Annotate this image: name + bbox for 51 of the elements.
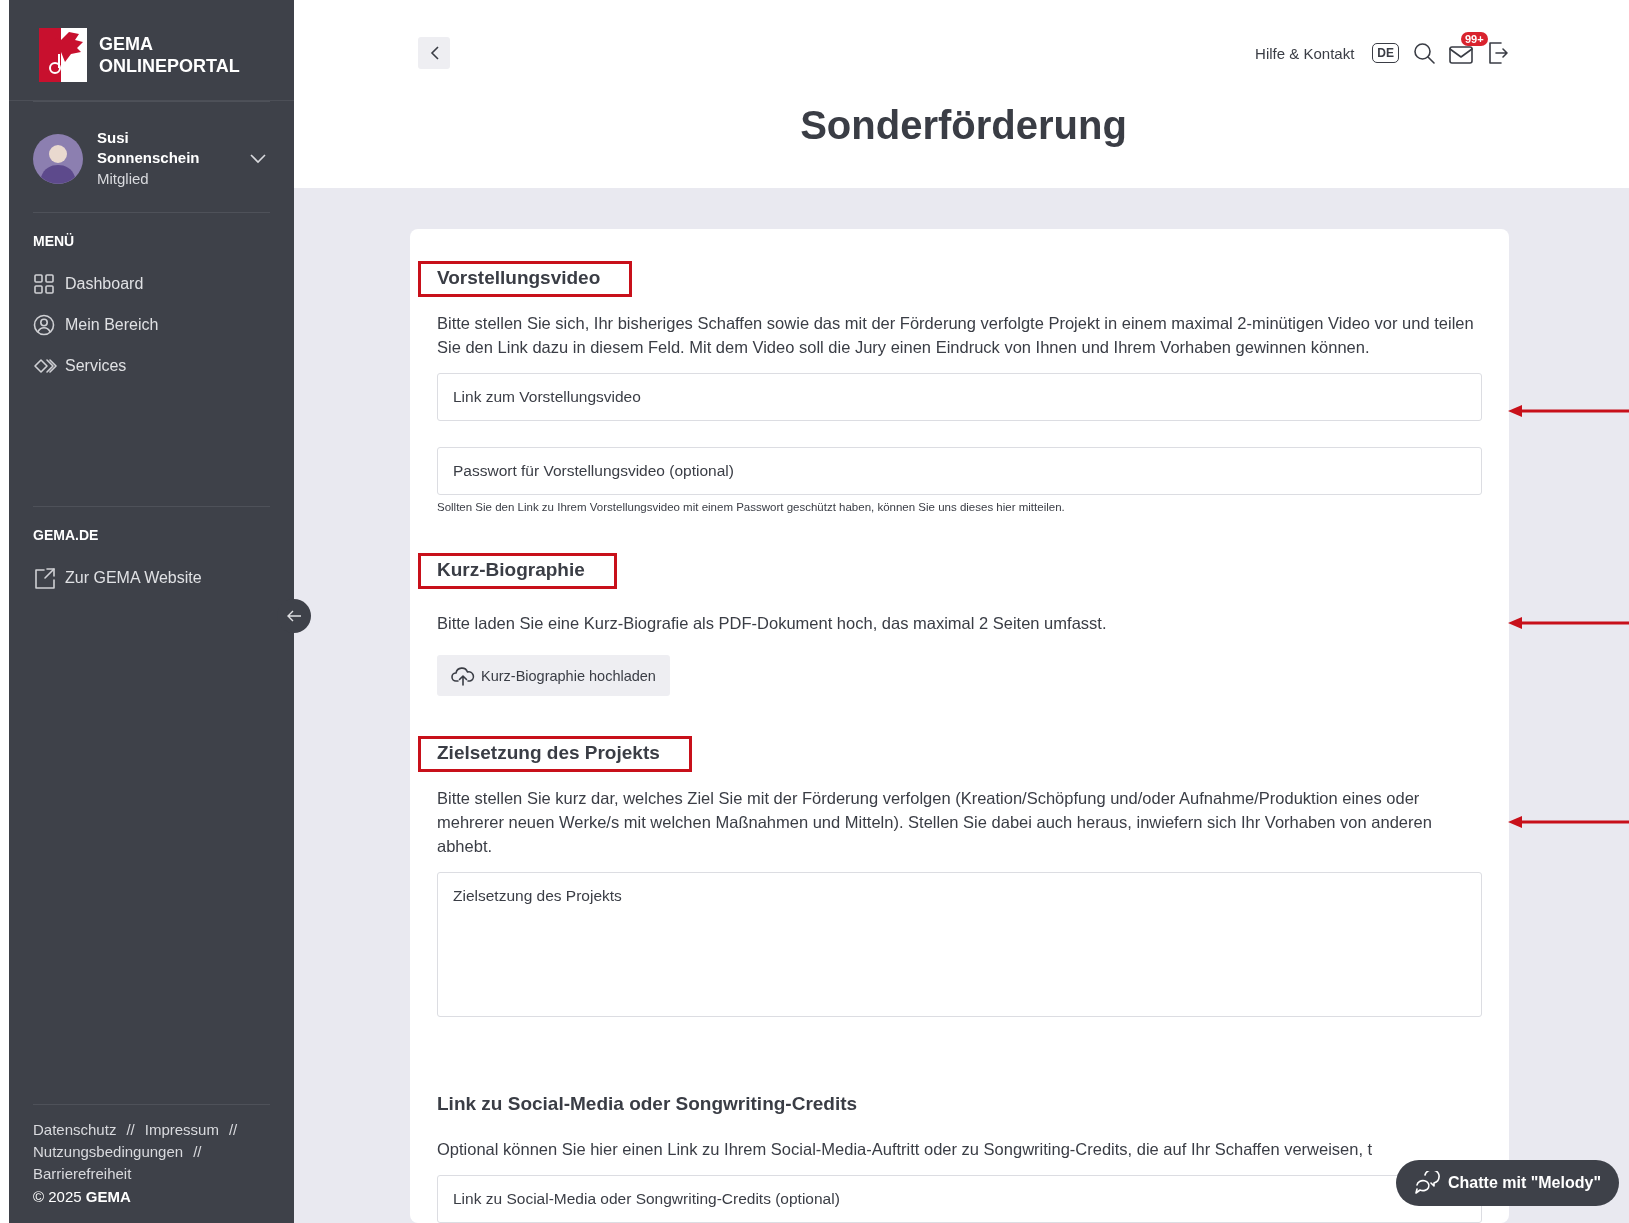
portal-title: GEMA ONLINEPORTAL bbox=[99, 33, 240, 77]
section-heading: Zielsetzung des Projekts bbox=[437, 741, 660, 765]
nav-item[interactable]: Services bbox=[33, 345, 127, 386]
help-link[interactable]: Hilfe & Kontakt bbox=[1255, 44, 1355, 62]
external-link-icon bbox=[33, 566, 57, 589]
back-button[interactable] bbox=[418, 37, 450, 69]
field-hint: Sollten Sie den Link zu Ihrem Vorstellungsvideo mit einem Passwort geschützt haben, können Sie uns dieses hier mitteilen. bbox=[437, 501, 1066, 513]
input-field[interactable]: Passwort für Vorstellungsvideo (optional) bbox=[437, 447, 1482, 495]
user-circle-icon bbox=[33, 313, 57, 336]
section-description: Bitte laden Sie eine Kurz-Biografie als PDF-Dokument hoch, das maximal 2 Seiten umfasst. bbox=[437, 611, 1482, 635]
separator: // bbox=[193, 1142, 202, 1162]
nav-item[interactable]: Mein Bereich bbox=[33, 304, 159, 345]
footer-link[interactable]: Impressum bbox=[144, 1119, 219, 1141]
notification-count: 99+ bbox=[1461, 32, 1488, 46]
section-description: Optional können Sie hier einen Link zu Ihrem Social-Media-Auftritt oder zu Songwriting-Credits, die auf Ihr Schaffen verweisen, t bbox=[437, 1139, 1374, 1160]
chevron-down-icon bbox=[250, 153, 266, 164]
section-description: Bitte stellen Sie kurz dar, welches Ziel Sie mit der Förderung verfolgen (Kreation/Schöpfung und/oder Aufnahme/Produktion eines oder mehrerer neuen Werke/s mit welchen Maßnahmen und Mitteln). Stellen Sie dabei auch heraus, inwiefern sich Ihr Vorhaben von anderen abhebt. bbox=[437, 786, 1482, 858]
section-heading: Vorstellungsvideo bbox=[437, 266, 601, 290]
input-field[interactable]: Link zum Vorstellungsvideo bbox=[437, 373, 1482, 421]
section-description: Bitte stellen Sie sich, Ihr bisheriges Schaffen sowie das mit der Förderung verfolgte Projekt in einem maximal 2-minütigen Video vor und teilen Sie den Link dazu in diesem Feld. Mit dem Video soll die Jury einen Eindruck von Ihnen und Ihrem Vorhaben gewinnen können. bbox=[437, 313, 1475, 358]
separator: // bbox=[126, 1120, 135, 1140]
footer-link[interactable]: Barrierefreiheit bbox=[33, 1163, 132, 1185]
chevron-left-icon bbox=[429, 46, 439, 60]
section-heading: Kurz-Biographie bbox=[437, 558, 585, 582]
arrow-left-icon bbox=[286, 610, 302, 622]
separator: // bbox=[228, 1120, 238, 1140]
user-role: Mitglied bbox=[97, 169, 150, 189]
grid-icon bbox=[33, 272, 57, 295]
menu-heading: MENÜ bbox=[33, 233, 76, 249]
text-area[interactable]: Zielsetzung des Projekts bbox=[437, 872, 1482, 1017]
gema-logo bbox=[39, 28, 87, 82]
chat-button[interactable]: Chatte mit "Melody" bbox=[1396, 1160, 1619, 1206]
copyright: © 2025 GEMA bbox=[33, 1187, 132, 1207]
user-name: Susi Sonnenschein bbox=[97, 128, 201, 168]
logout-icon bbox=[1487, 41, 1509, 65]
chat-bubbles-icon bbox=[1414, 1171, 1443, 1195]
language-button[interactable]: DE bbox=[1372, 43, 1399, 63]
nav-item[interactable]: Dashboard bbox=[33, 263, 144, 304]
footer-link[interactable]: Datenschutz bbox=[33, 1119, 117, 1141]
nav-item[interactable]: Zur GEMA Website bbox=[33, 557, 202, 598]
upload-button[interactable]: Kurz-Biographie hochladen bbox=[437, 655, 670, 696]
search-icon bbox=[1413, 42, 1435, 64]
cloud-upload-icon bbox=[451, 665, 475, 686]
page-title: Sonderförderung bbox=[799, 103, 1128, 148]
section-heading: Link zu Social-Media oder Songwriting-Credits bbox=[437, 1092, 858, 1116]
footer-link[interactable]: Nutzungsbedingungen bbox=[33, 1141, 184, 1163]
search-button[interactable] bbox=[1413, 42, 1435, 64]
avatar-silhouette bbox=[33, 134, 83, 184]
logout-button[interactable] bbox=[1487, 41, 1509, 65]
inbox-button[interactable]: 99+ bbox=[1449, 32, 1485, 64]
links-heading: GEMA.DE bbox=[33, 527, 100, 543]
